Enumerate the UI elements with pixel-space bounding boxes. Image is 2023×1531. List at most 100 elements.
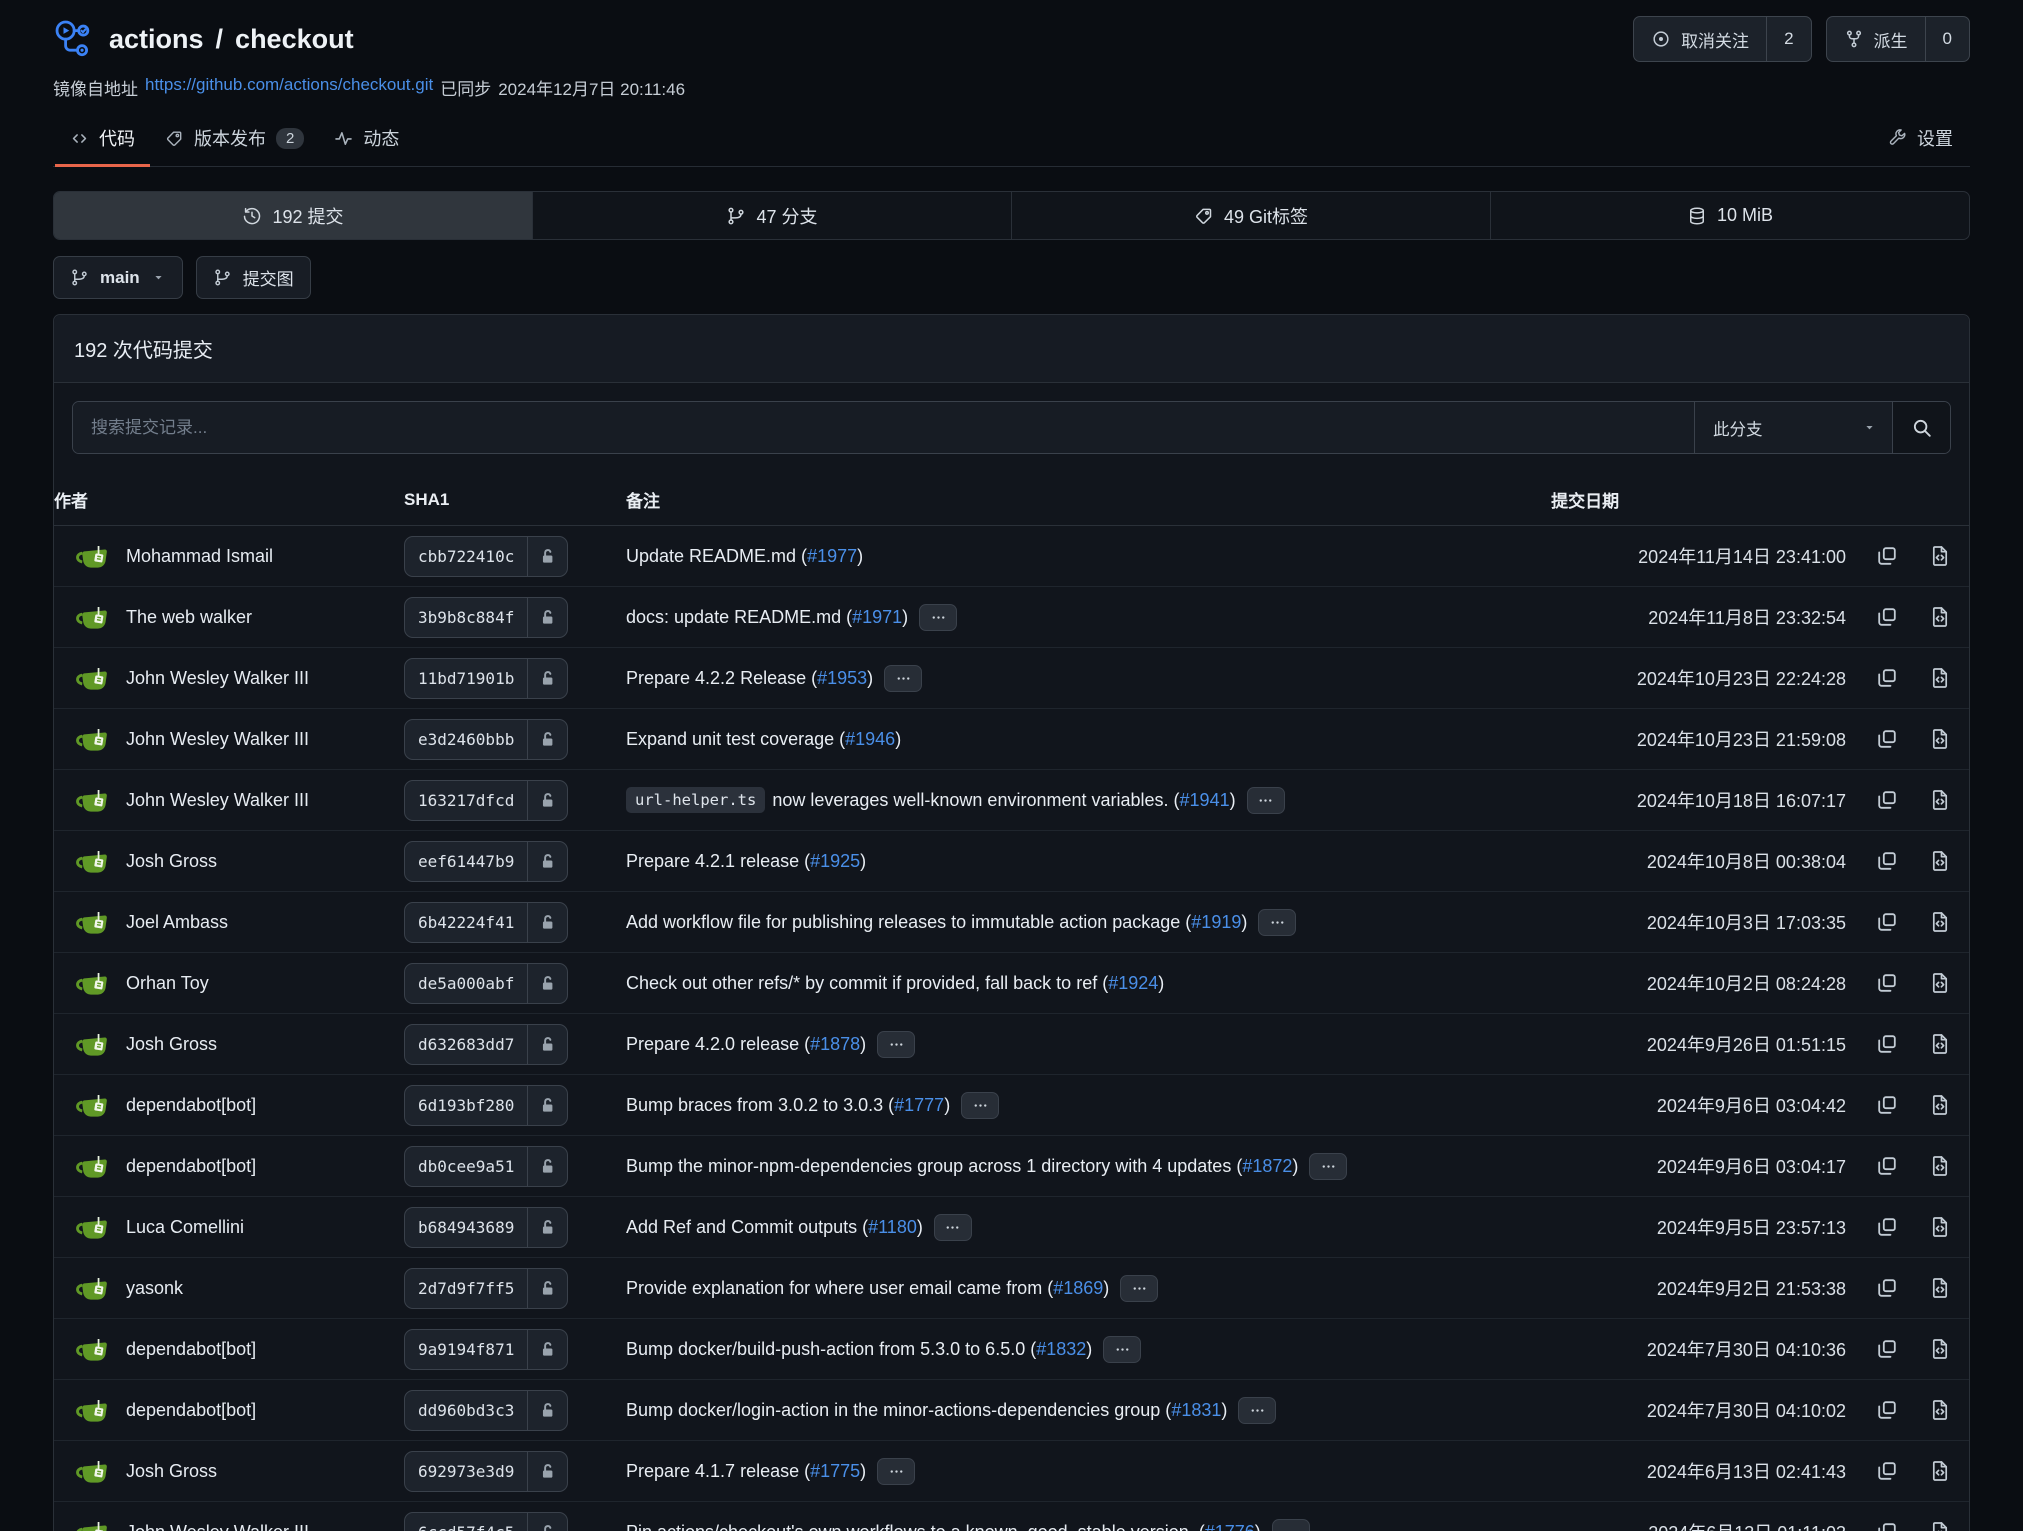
commit-sha-badge[interactable]: 6b42224f41: [404, 902, 568, 943]
browse-source-button[interactable]: [1928, 605, 1952, 629]
commit-sha-badge[interactable]: cbb722410c: [404, 536, 568, 577]
copy-sha-button[interactable]: [1875, 727, 1899, 751]
expand-commit-button[interactable]: [919, 604, 957, 631]
copy-sha-button[interactable]: [1875, 910, 1899, 934]
copy-sha-button[interactable]: [1875, 605, 1899, 629]
commit-author[interactable]: The web walker: [126, 607, 252, 628]
issue-link[interactable]: #1971: [852, 607, 902, 628]
commit-author[interactable]: Josh Gross: [126, 1034, 217, 1055]
browse-source-button[interactable]: [1928, 849, 1952, 873]
issue-link[interactable]: #1941: [1180, 790, 1230, 811]
copy-sha-button[interactable]: [1875, 788, 1899, 812]
issue-link[interactable]: #1831: [1171, 1400, 1221, 1421]
search-input[interactable]: [73, 402, 1694, 453]
tab-releases[interactable]: 版本发布 2: [150, 114, 319, 166]
mirror-url-link[interactable]: https://github.com/actions/checkout.git: [145, 75, 433, 100]
repo-owner-link[interactable]: actions: [109, 24, 204, 55]
copy-sha-button[interactable]: [1875, 1276, 1899, 1300]
forks-count[interactable]: 0: [1925, 17, 1969, 61]
commit-graph-button[interactable]: 提交图: [196, 256, 311, 299]
browse-source-button[interactable]: [1928, 727, 1952, 751]
stat-commits[interactable]: 192 提交: [54, 192, 532, 239]
expand-commit-button[interactable]: [961, 1092, 999, 1119]
commit-author[interactable]: John Wesley Walker III: [126, 790, 309, 811]
browse-source-button[interactable]: [1928, 1093, 1952, 1117]
issue-link[interactable]: #1832: [1036, 1339, 1086, 1360]
issue-link[interactable]: #1776: [1205, 1522, 1255, 1531]
browse-source-button[interactable]: [1928, 910, 1952, 934]
copy-sha-button[interactable]: [1875, 1215, 1899, 1239]
commit-author[interactable]: John Wesley Walker III: [126, 729, 309, 750]
commit-sha-badge[interactable]: db0cee9a51: [404, 1146, 568, 1187]
browse-source-button[interactable]: [1928, 1337, 1952, 1361]
branch-selector[interactable]: main: [53, 256, 183, 299]
commit-sha-badge[interactable]: 2d7d9f7ff5: [404, 1268, 568, 1309]
commit-author[interactable]: Orhan Toy: [126, 973, 209, 994]
stat-tags[interactable]: 49 Git标签: [1011, 192, 1490, 239]
expand-commit-button[interactable]: [1247, 787, 1285, 814]
tab-activity[interactable]: 动态: [319, 114, 414, 166]
commit-sha-badge[interactable]: dd960bd3c3: [404, 1390, 568, 1431]
browse-source-button[interactable]: [1928, 666, 1952, 690]
commit-sha-badge[interactable]: 6d193bf280: [404, 1085, 568, 1126]
issue-link[interactable]: #1946: [845, 729, 895, 750]
commit-author[interactable]: Josh Gross: [126, 851, 217, 872]
copy-sha-button[interactable]: [1875, 849, 1899, 873]
issue-link[interactable]: #1953: [817, 668, 867, 689]
unwatch-button[interactable]: 取消关注 2: [1633, 16, 1811, 62]
watchers-count[interactable]: 2: [1766, 17, 1810, 61]
commit-author[interactable]: dependabot[bot]: [126, 1400, 256, 1421]
browse-source-button[interactable]: [1928, 1520, 1952, 1531]
copy-sha-button[interactable]: [1875, 1398, 1899, 1422]
commit-author[interactable]: Josh Gross: [126, 1461, 217, 1482]
commit-sha-badge[interactable]: 3b9b8c884f: [404, 597, 568, 638]
commit-sha-badge[interactable]: 11bd71901b: [404, 658, 568, 699]
browse-source-button[interactable]: [1928, 971, 1952, 995]
commit-author[interactable]: yasonk: [126, 1278, 183, 1299]
commit-author[interactable]: Joel Ambass: [126, 912, 228, 933]
issue-link[interactable]: #1919: [1191, 912, 1241, 933]
copy-sha-button[interactable]: [1875, 971, 1899, 995]
expand-commit-button[interactable]: [1103, 1336, 1141, 1363]
expand-commit-button[interactable]: [877, 1458, 915, 1485]
browse-source-button[interactable]: [1928, 1276, 1952, 1300]
browse-source-button[interactable]: [1928, 1154, 1952, 1178]
issue-link[interactable]: #1180: [868, 1217, 917, 1238]
browse-source-button[interactable]: [1928, 1459, 1952, 1483]
issue-link[interactable]: #1878: [810, 1034, 860, 1055]
tab-code[interactable]: 代码: [55, 114, 150, 166]
copy-sha-button[interactable]: [1875, 666, 1899, 690]
stat-branches[interactable]: 47 分支: [532, 192, 1011, 239]
issue-link[interactable]: #1777: [894, 1095, 944, 1116]
copy-sha-button[interactable]: [1875, 1093, 1899, 1117]
browse-source-button[interactable]: [1928, 1032, 1952, 1056]
commit-author[interactable]: Luca Comellini: [126, 1217, 244, 1238]
copy-sha-button[interactable]: [1875, 1032, 1899, 1056]
issue-link[interactable]: #1869: [1053, 1278, 1103, 1299]
expand-commit-button[interactable]: [934, 1214, 972, 1241]
commit-sha-badge[interactable]: e3d2460bbb: [404, 719, 568, 760]
expand-commit-button[interactable]: [884, 665, 922, 692]
issue-link[interactable]: #1977: [807, 546, 857, 567]
commit-sha-badge[interactable]: d632683dd7: [404, 1024, 568, 1065]
commit-sha-badge[interactable]: b684943689: [404, 1207, 568, 1248]
expand-commit-button[interactable]: [1120, 1275, 1158, 1302]
stat-size[interactable]: 10 MiB: [1490, 192, 1969, 239]
copy-sha-button[interactable]: [1875, 544, 1899, 568]
copy-sha-button[interactable]: [1875, 1459, 1899, 1483]
expand-commit-button[interactable]: [1309, 1153, 1347, 1180]
commit-sha-badge[interactable]: de5a000abf: [404, 963, 568, 1004]
expand-commit-button[interactable]: [1272, 1519, 1310, 1531]
expand-commit-button[interactable]: [877, 1031, 915, 1058]
commit-author[interactable]: Mohammad Ismail: [126, 546, 273, 567]
issue-link[interactable]: #1872: [1242, 1156, 1292, 1177]
browse-source-button[interactable]: [1928, 1215, 1952, 1239]
issue-link[interactable]: #1775: [810, 1461, 860, 1482]
expand-commit-button[interactable]: [1258, 909, 1296, 936]
browse-source-button[interactable]: [1928, 788, 1952, 812]
expand-commit-button[interactable]: [1238, 1397, 1276, 1424]
commit-sha-badge[interactable]: 6ccd57f4c5: [404, 1512, 568, 1531]
commit-author[interactable]: dependabot[bot]: [126, 1156, 256, 1177]
fork-button[interactable]: 派生 0: [1826, 16, 1970, 62]
issue-link[interactable]: #1924: [1108, 973, 1158, 994]
